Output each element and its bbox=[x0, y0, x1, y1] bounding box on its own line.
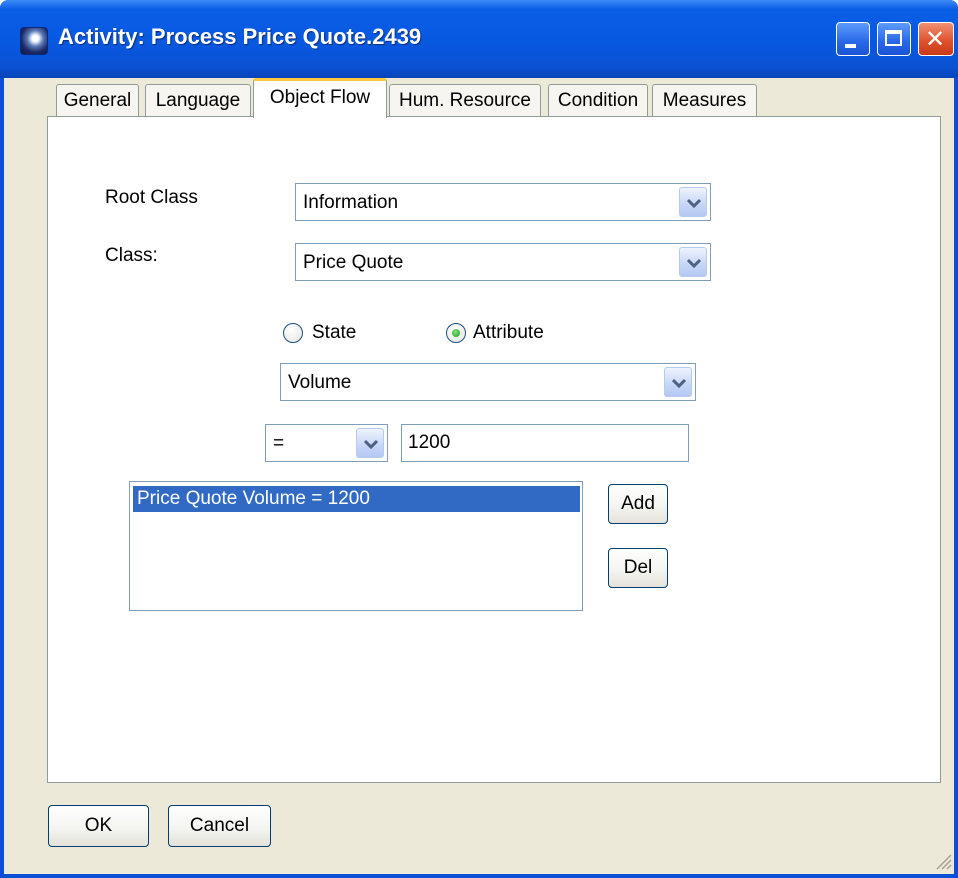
ok-button[interactable]: OK bbox=[48, 805, 149, 847]
conditions-listbox[interactable]: Price Quote Volume = 1200 bbox=[129, 481, 583, 611]
minimize-icon bbox=[845, 44, 856, 48]
chevron-down-icon[interactable] bbox=[356, 428, 384, 458]
operator-value: = bbox=[273, 433, 285, 454]
radio-selected-dot bbox=[452, 329, 460, 337]
tab-label: Object Flow bbox=[269, 87, 371, 108]
root-class-select[interactable]: Information bbox=[295, 183, 711, 221]
maximize-icon bbox=[885, 30, 902, 46]
tab-label: Hum. Resource bbox=[399, 90, 531, 111]
close-button[interactable]: ✕ bbox=[918, 22, 954, 56]
resize-grip-icon[interactable] bbox=[934, 852, 952, 870]
state-radio-label[interactable]: State bbox=[312, 322, 356, 344]
chevron-down-icon[interactable] bbox=[679, 247, 707, 277]
value-input-text: 1200 bbox=[408, 432, 451, 453]
tab-hum-resource[interactable]: Hum. Resource bbox=[389, 84, 541, 117]
window-title: Activity: Process Price Quote.2439 bbox=[58, 24, 422, 49]
value-input[interactable]: 1200 bbox=[401, 424, 689, 462]
tab-general[interactable]: General bbox=[56, 84, 139, 117]
add-button[interactable]: Add bbox=[608, 484, 668, 524]
list-item[interactable]: Price Quote Volume = 1200 bbox=[133, 486, 580, 512]
root-class-value: Information bbox=[303, 192, 399, 213]
tab-label: Measures bbox=[662, 90, 747, 111]
attribute-select[interactable]: Volume bbox=[280, 363, 696, 401]
tab-language[interactable]: Language bbox=[145, 84, 251, 117]
tab-label: Condition bbox=[557, 90, 639, 111]
minimize-button[interactable] bbox=[836, 22, 870, 56]
dialog-window: Activity: Process Price Quote.2439 ✕ Gen… bbox=[0, 0, 958, 878]
close-icon: ✕ bbox=[925, 25, 946, 53]
maximize-button[interactable] bbox=[877, 22, 911, 56]
del-button[interactable]: Del bbox=[608, 548, 668, 588]
cancel-button[interactable]: Cancel bbox=[168, 805, 271, 847]
class-select[interactable]: Price Quote bbox=[295, 243, 711, 281]
attribute-radio[interactable] bbox=[446, 323, 466, 343]
class-label: Class: bbox=[105, 245, 158, 266]
chevron-down-icon[interactable] bbox=[679, 187, 707, 217]
title-bar[interactable]: Activity: Process Price Quote.2439 ✕ bbox=[0, 0, 958, 78]
tab-measures[interactable]: Measures bbox=[652, 84, 757, 117]
chevron-down-icon[interactable] bbox=[664, 367, 692, 397]
attribute-radio-label[interactable]: Attribute bbox=[473, 322, 544, 344]
attribute-value: Volume bbox=[288, 372, 352, 393]
operator-select[interactable]: = bbox=[265, 424, 388, 462]
tab-condition[interactable]: Condition bbox=[548, 84, 648, 117]
root-class-label: Root Class bbox=[105, 187, 198, 208]
tab-object-flow[interactable]: Object Flow bbox=[253, 78, 387, 118]
state-radio[interactable] bbox=[283, 323, 303, 343]
app-icon bbox=[20, 27, 48, 55]
tab-label: Language bbox=[155, 90, 241, 111]
class-value: Price Quote bbox=[303, 252, 404, 273]
object-flow-panel: Root Class Information Class: Price Quot… bbox=[47, 116, 941, 783]
tab-label: General bbox=[63, 90, 132, 111]
